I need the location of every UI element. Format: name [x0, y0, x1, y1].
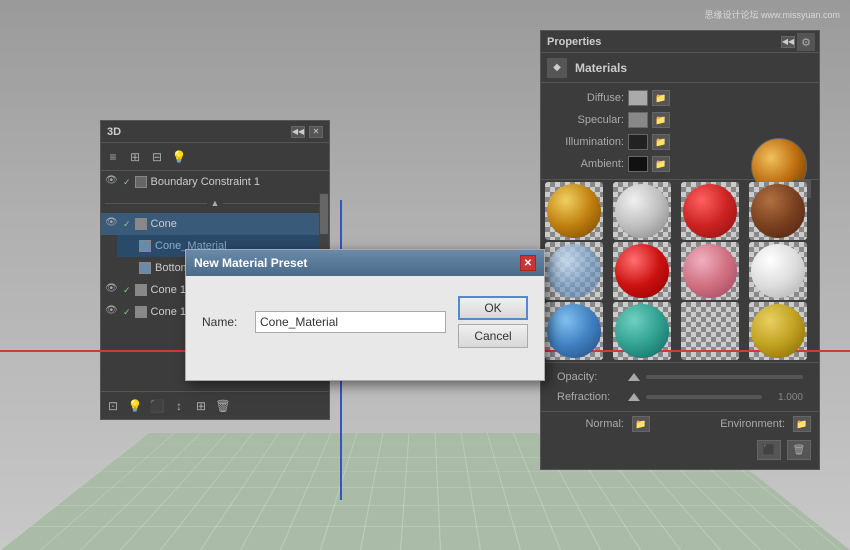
dialog-close-btn[interactable]: ✕	[520, 255, 536, 271]
dialog-name-label: Name:	[202, 315, 247, 329]
new-material-preset-dialog: New Material Preset ✕ Name: OK Cancel	[185, 249, 545, 381]
dialog-title: New Material Preset	[194, 256, 307, 270]
dialog-name-input[interactable]	[255, 311, 446, 333]
dialog-body: Name: OK Cancel	[186, 276, 544, 380]
dialog-action-buttons: OK Cancel	[458, 296, 528, 348]
dialog-cancel-btn[interactable]: Cancel	[458, 324, 528, 348]
dialog-overlay: New Material Preset ✕ Name: OK Cancel	[0, 0, 850, 550]
dialog-ok-btn[interactable]: OK	[458, 296, 528, 320]
dialog-titlebar: New Material Preset ✕	[186, 250, 544, 276]
dialog-name-row: Name: OK Cancel	[202, 296, 528, 348]
